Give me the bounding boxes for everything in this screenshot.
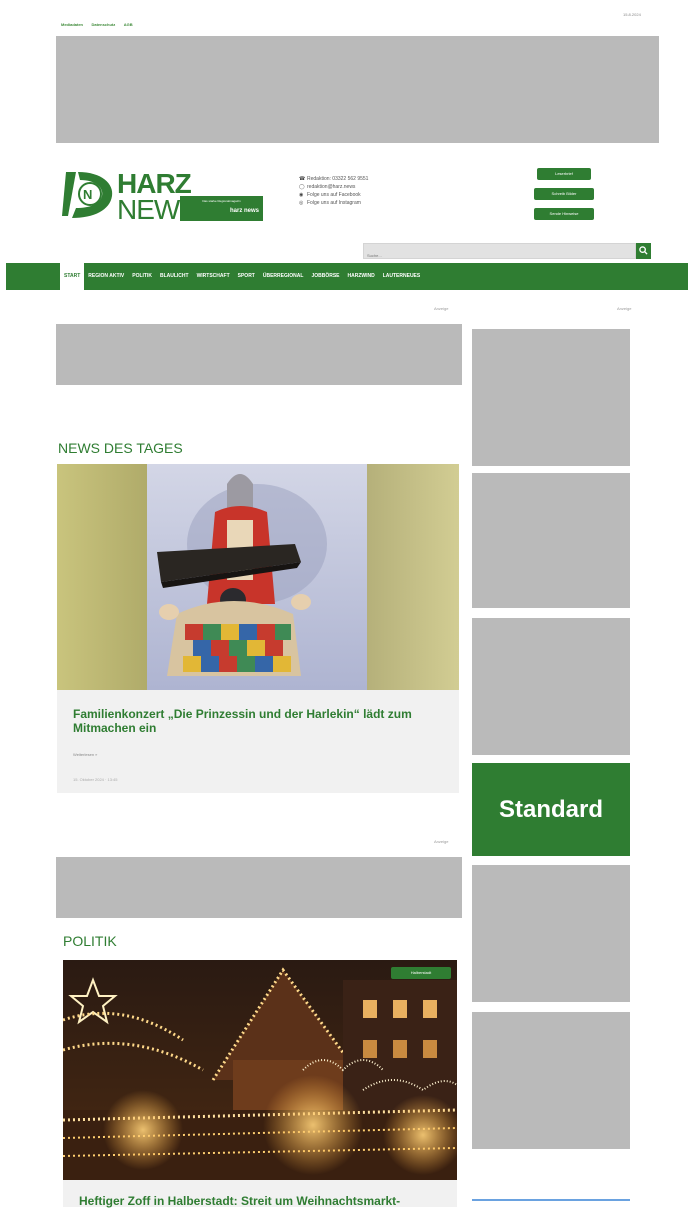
logo-badge-bottom: harz news [229, 208, 259, 214]
search-input[interactable] [364, 248, 635, 263]
site-logo[interactable]: N HARZ NEWS Das starke Regionalmagazin h… [62, 166, 267, 224]
sende-hinweise-button[interactable]: Sende Hinweise [534, 208, 594, 220]
news-des-tages-heading: NEWS DES TAGES [58, 440, 183, 456]
sidebar-divider [472, 1199, 630, 1201]
nav-item-harzwind[interactable]: HARZWIND [344, 263, 379, 290]
contact-info: ☎ Redaktion: 03322 562 9551 ◯ redaktion@… [299, 175, 459, 207]
contact-phone[interactable]: ☎ Redaktion: 03322 562 9551 [299, 175, 459, 183]
nav-item-jobboerse[interactable]: JOBBÖRSE [307, 263, 343, 290]
sidebar-ad-5[interactable] [472, 1012, 630, 1149]
search-icon [639, 246, 648, 255]
nav-item-region-aktiv[interactable]: REGION AKTIV [84, 263, 128, 290]
politik-location-tag[interactable]: Halberstadt [391, 967, 451, 979]
ad-label-main-1: Anzeige [434, 306, 449, 311]
standard-label: Standard [498, 796, 603, 823]
contact-phone-text: Redaktion: 03322 562 9551 [307, 176, 369, 182]
main-navigation: START REGION AKTIV POLITIK BLAULICHT WIRTSCH… [6, 263, 688, 290]
article-image-weihnachtsmarkt[interactable] [63, 960, 457, 1180]
sidebar-ad-4[interactable] [472, 865, 630, 1002]
instagram-icon: ◎ [299, 199, 304, 206]
contact-instagram[interactable]: ◎ Folge uns auf Instagram [299, 199, 459, 207]
logo-badge: Das starke Regionalmagazin harz news [180, 196, 263, 221]
phone-icon: ☎ [299, 175, 306, 182]
schreib-bilder-button[interactable]: Schreib Bilder [534, 188, 594, 200]
nav-item-politik[interactable]: POLITIK [128, 263, 156, 290]
logo-badge-top: Das starke Regionalmagazin [202, 199, 241, 203]
nav-item-sport[interactable]: SPORT [234, 263, 259, 290]
politik-heading: POLITIK [63, 933, 117, 949]
news-des-tages-meta: 15. Oktober 2024 · 13:45 [73, 777, 118, 782]
leserbrief-button[interactable]: Leserbrief [537, 168, 591, 180]
topbar-link-datenschutz[interactable]: Datenschutz [91, 22, 115, 27]
contact-whatsapp[interactable]: ◯ redaktion@harz.news [299, 183, 459, 191]
search-box [363, 243, 636, 263]
politik-card[interactable]: Halberstadt Heftiger Zoff in Halberstadt… [63, 960, 459, 1208]
nav-items: START REGION AKTIV POLITIK BLAULICHT WIRTSCH… [60, 263, 424, 290]
contact-instagram-text: Folge uns auf Instagram [307, 200, 361, 206]
topbar-link-mediadaten[interactable]: Mediadaten [61, 22, 83, 27]
top-bar: Mediadaten Datenschutz AGB [61, 13, 661, 27]
logo-mark-icon: N [62, 172, 113, 218]
nav-item-lauterneues[interactable]: LAUTERNEUES [379, 263, 425, 290]
svg-text:N: N [83, 187, 92, 202]
main-ad-banner-2[interactable] [56, 857, 462, 918]
article-image-harlekin[interactable] [57, 464, 459, 690]
nav-item-wirtschaft[interactable]: WIRTSCHAFT [193, 263, 234, 290]
contact-facebook[interactable]: ◉ Folge uns auf Facebook [299, 191, 459, 199]
nav-item-start[interactable]: START [60, 263, 85, 290]
contact-facebook-text: Folge uns auf Facebook [307, 192, 361, 198]
ad-label-sidebar: Anzeige [617, 306, 632, 311]
sidebar-ad-1[interactable] [472, 329, 630, 466]
top-ad-banner[interactable] [56, 36, 659, 143]
nav-item-blaulicht[interactable]: BLAULICHT [156, 263, 193, 290]
nav-item-ueberregional[interactable]: ÜBERREGIONAL [259, 263, 308, 290]
sidebar-ad-3[interactable] [472, 618, 630, 755]
sidebar-ad-2[interactable] [472, 473, 630, 608]
whatsapp-icon: ◯ [299, 183, 305, 190]
search-button[interactable] [636, 243, 651, 259]
contact-whatsapp-text: redaktion@harz.news [307, 184, 356, 190]
news-des-tages-article-title[interactable]: Familienkonzert „Die Prinzessin und der … [73, 707, 433, 735]
main-ad-banner-1[interactable] [56, 324, 462, 385]
ad-label-main-2: Anzeige [434, 839, 449, 844]
news-des-tages-read-more[interactable]: Weiterlesen » [73, 752, 97, 757]
politik-article-title[interactable]: Heftiger Zoff in Halberstadt: Streit um … [79, 1194, 459, 1208]
sidebar-standard-banner[interactable]: Standard [472, 763, 630, 856]
topbar-link-agb[interactable]: AGB [124, 22, 133, 27]
current-date: 15.8.2024 [623, 12, 641, 17]
news-des-tages-card[interactable]: Familienkonzert „Die Prinzessin und der … [57, 464, 459, 793]
facebook-icon: ◉ [299, 191, 304, 198]
